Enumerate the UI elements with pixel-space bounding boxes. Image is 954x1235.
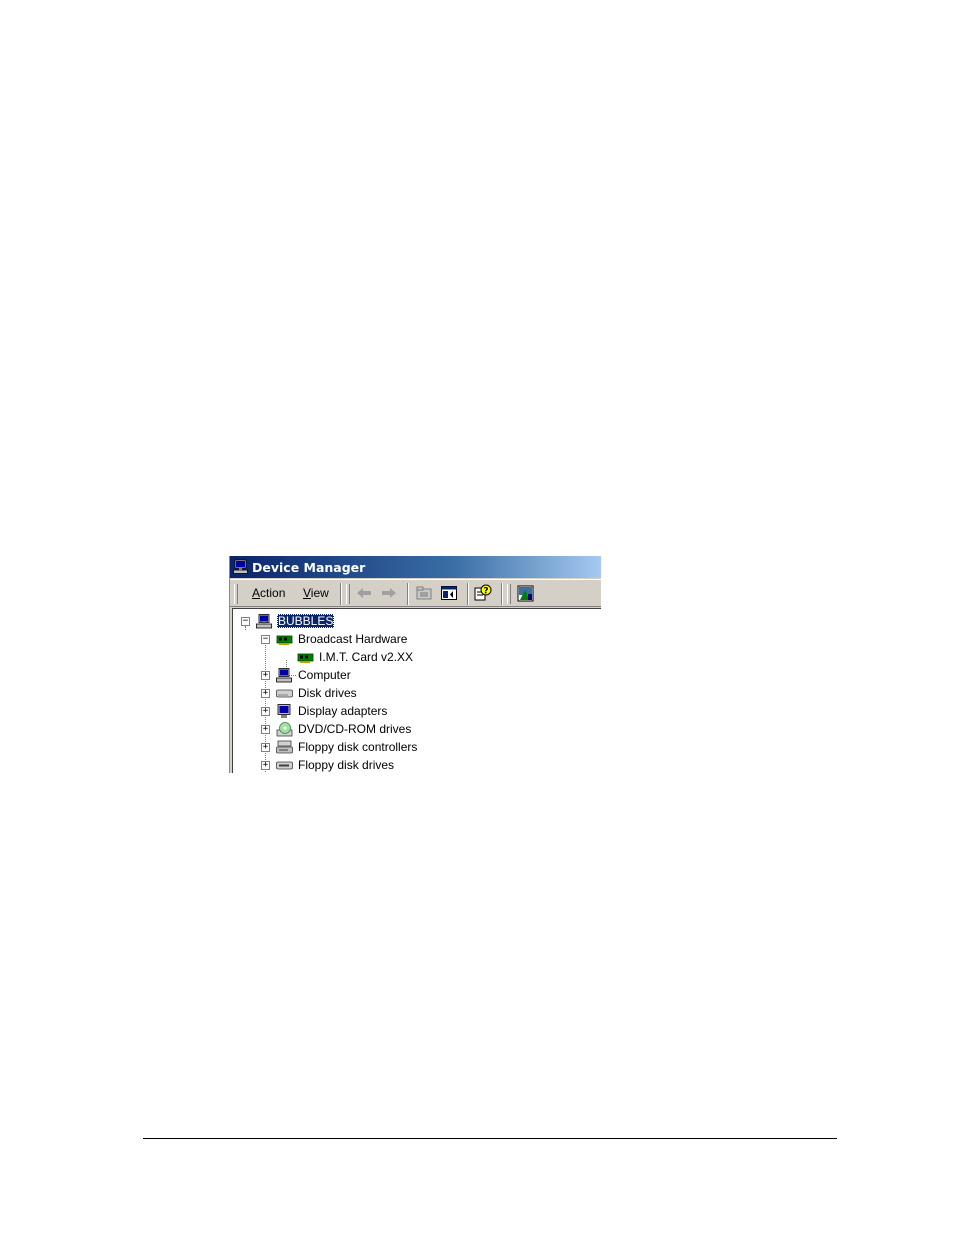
computer-icon xyxy=(276,667,292,682)
device-manager-window: Device Manager Action View ? − BUBBLES −… xyxy=(229,556,601,773)
tree-node-computer[interactable]: Computer xyxy=(276,666,352,684)
floppy-controllers-expand-toggle[interactable]: + xyxy=(261,743,270,752)
up-folder-icon xyxy=(416,586,432,600)
broadcast-collapse-toggle[interactable]: − xyxy=(261,635,270,644)
device-tree[interactable]: − BUBBLES − Broadcast Hardware I.M.T. Ca… xyxy=(232,608,601,773)
tree-node-dvd-cdrom-drives[interactable]: DVD/CD-ROM drives xyxy=(276,720,412,738)
forward-button[interactable] xyxy=(380,584,398,602)
menu-action-accel: A xyxy=(252,586,261,600)
properties-button[interactable] xyxy=(516,584,534,602)
disk-drive-icon xyxy=(276,689,293,697)
tree-node-label: I.M.T. Card v2.XX xyxy=(319,650,414,664)
show-hide-tree-icon xyxy=(441,586,457,600)
root-collapse-toggle[interactable]: − xyxy=(241,617,250,626)
menu-view-accel: V xyxy=(303,586,311,600)
floppy-controller-icon xyxy=(276,740,293,753)
tree-node-label: Floppy disk controllers xyxy=(298,740,418,754)
tree-connector xyxy=(245,626,246,630)
display-adapters-expand-toggle[interactable]: + xyxy=(261,707,270,716)
properties-icon xyxy=(517,585,533,601)
window-title: Device Manager xyxy=(252,559,366,575)
tree-node-imt-card[interactable]: I.M.T. Card v2.XX xyxy=(297,648,414,666)
toolbar-grip[interactable] xyxy=(346,584,350,604)
help-icon: ? xyxy=(474,584,492,601)
dvd-expand-toggle[interactable]: + xyxy=(261,725,270,734)
menu-toolbar: Action View ? xyxy=(230,579,601,607)
computer-icon xyxy=(256,613,272,628)
tree-node-label: BUBBLES xyxy=(277,614,335,628)
toolbar-separator xyxy=(340,583,342,605)
back-button[interactable] xyxy=(355,584,373,602)
tree-node-root[interactable]: BUBBLES xyxy=(256,612,335,630)
toolbar-separator xyxy=(501,583,503,605)
tree-node-floppy-disk-drives[interactable]: Floppy disk drives xyxy=(276,756,395,773)
toolbar-grip[interactable] xyxy=(507,584,511,604)
monitor-icon xyxy=(277,703,291,718)
tree-node-floppy-disk-controllers[interactable]: Floppy disk controllers xyxy=(276,738,418,756)
tree-node-display-adapters[interactable]: Display adapters xyxy=(276,702,388,720)
toolbar-grip[interactable] xyxy=(234,584,238,604)
disk-drives-expand-toggle[interactable]: + xyxy=(261,689,270,698)
floppy-drive-icon xyxy=(276,761,293,769)
tree-node-label: Broadcast Hardware xyxy=(298,632,408,646)
tree-node-disk-drives[interactable]: Disk drives xyxy=(276,684,358,702)
tree-node-broadcast-hardware[interactable]: Broadcast Hardware xyxy=(276,630,408,648)
computer-icon xyxy=(233,559,248,574)
footer-rule xyxy=(143,1138,837,1139)
floppy-drives-expand-toggle[interactable]: + xyxy=(261,761,270,770)
computer-expand-toggle[interactable]: + xyxy=(261,671,270,680)
card-icon xyxy=(276,635,293,645)
card-icon xyxy=(297,653,314,663)
tree-node-label: Computer xyxy=(298,668,351,682)
svg-text:?: ? xyxy=(483,587,488,597)
help-button[interactable]: ? xyxy=(474,584,492,602)
tree-node-label: Disk drives xyxy=(298,686,357,700)
menu-action[interactable]: Action xyxy=(249,585,288,601)
menu-view[interactable]: View xyxy=(300,585,332,601)
toolbar-separator xyxy=(467,583,469,605)
menu-action-label: ction xyxy=(260,586,286,600)
back-arrow-icon xyxy=(357,588,371,598)
tree-node-label: Floppy disk drives xyxy=(298,758,395,772)
up-folder-button[interactable] xyxy=(415,584,433,602)
forward-arrow-icon xyxy=(382,588,396,598)
show-hide-tree-button[interactable] xyxy=(440,584,458,602)
toolbar-separator xyxy=(407,583,409,605)
title-bar[interactable]: Device Manager xyxy=(230,556,601,578)
cdrom-icon xyxy=(276,721,293,736)
tree-node-label: DVD/CD-ROM drives xyxy=(298,722,412,736)
menu-view-label: iew xyxy=(310,586,329,600)
tree-node-label: Display adapters xyxy=(298,704,388,718)
